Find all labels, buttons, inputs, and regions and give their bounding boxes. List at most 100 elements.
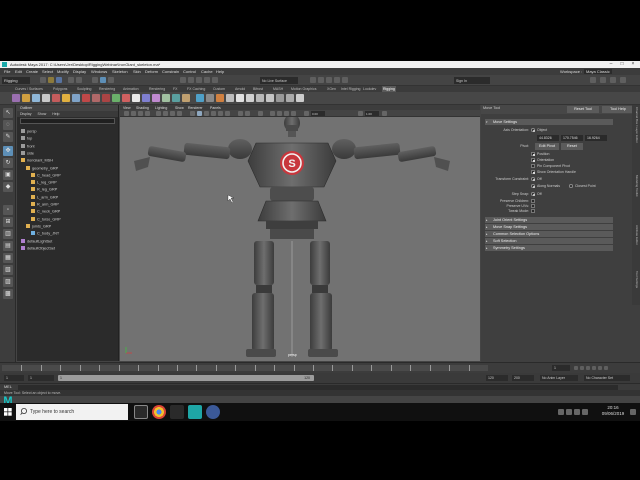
- layout-outliner-icon[interactable]: ▤: [3, 241, 13, 251]
- play-forward-icon[interactable]: [592, 366, 596, 370]
- task-view-icon[interactable]: [134, 405, 148, 419]
- section-common-selection[interactable]: ▸ Common Selection Options: [485, 231, 613, 237]
- redo-icon[interactable]: [76, 77, 82, 83]
- menu-display[interactable]: Display: [73, 69, 86, 74]
- menu-deform[interactable]: Deform: [145, 69, 158, 74]
- shelf-sculpt-icon[interactable]: [182, 94, 190, 102]
- minimize-icon[interactable]: –: [606, 61, 616, 68]
- outliner-item[interactable]: ironGiant_MSH: [21, 158, 53, 164]
- time-slider[interactable]: 1: [0, 362, 640, 373]
- along-normals-radio[interactable]: [531, 184, 535, 188]
- image-plane-icon[interactable]: [145, 111, 150, 116]
- layout-custom-icon[interactable]: ▨: [3, 277, 13, 287]
- outliner-item[interactable]: C_neck_GRP: [31, 209, 60, 215]
- shadows-icon[interactable]: [225, 111, 230, 116]
- shelf-joint-tool-icon[interactable]: [12, 94, 20, 102]
- shelf-bind-skin-icon[interactable]: [52, 94, 60, 102]
- shelf-mirror-joint-icon[interactable]: [32, 94, 40, 102]
- pivot-reset-button[interactable]: Reset: [561, 143, 583, 150]
- render-view-icon[interactable]: [310, 77, 316, 83]
- motion-blur-icon[interactable]: [277, 111, 282, 116]
- shelf-script7-icon[interactable]: [296, 94, 304, 102]
- step-snap-off-radio[interactable]: [531, 192, 535, 196]
- gate-mask-icon[interactable]: [177, 111, 182, 116]
- vp-menu-view[interactable]: View: [123, 106, 131, 110]
- undo-icon[interactable]: [68, 77, 74, 83]
- range-slider-bar[interactable]: 1 120: [58, 375, 314, 381]
- menu-edit[interactable]: Edit: [15, 69, 22, 74]
- axis-orientation-radio[interactable]: [531, 128, 535, 132]
- xray-joints-icon[interactable]: [245, 111, 250, 116]
- side-tab-attribute-editor[interactable]: Attribute Editor: [633, 225, 639, 245]
- outliner-menu-help[interactable]: Help: [52, 112, 59, 116]
- isolate-icon[interactable]: [258, 111, 263, 116]
- shelf-locator-icon[interactable]: [206, 94, 214, 102]
- pivot-z-field[interactable]: 16.9264: [585, 135, 607, 141]
- maximize-icon[interactable]: □: [617, 61, 627, 68]
- vp-menu-panels[interactable]: Panels: [210, 106, 221, 110]
- maya-taskbar-icon[interactable]: [188, 405, 202, 419]
- section-joint-orient[interactable]: ▸ Joint Orient Settings: [485, 217, 613, 223]
- play-back-icon[interactable]: [586, 366, 590, 370]
- tool-help-button[interactable]: Tool Help: [602, 106, 634, 113]
- snap-surface-icon[interactable]: [212, 77, 218, 83]
- workspace-select[interactable]: Maya Classic: [584, 69, 612, 74]
- menu-set-dropdown[interactable]: Rigging: [2, 77, 30, 84]
- menu-help[interactable]: Help: [216, 69, 224, 74]
- vp-menu-show[interactable]: Show: [175, 106, 184, 110]
- outliner-item[interactable]: persp: [21, 129, 37, 135]
- outliner-item[interactable]: R_arm_GRP: [31, 202, 59, 208]
- shelf-script2-icon[interactable]: [246, 94, 254, 102]
- shelf-point-constraint-icon[interactable]: [82, 94, 90, 102]
- snap-curve-icon[interactable]: [188, 77, 194, 83]
- pivot-y-field[interactable]: 170.7546: [561, 135, 583, 141]
- shelf-pole-vector-icon[interactable]: [122, 94, 130, 102]
- vp-menu-lighting[interactable]: Lighting: [155, 106, 167, 110]
- select-hierarchy-icon[interactable]: [92, 77, 98, 83]
- shelf-script3-icon[interactable]: [256, 94, 264, 102]
- go-to-end-icon[interactable]: [604, 366, 608, 370]
- transform-constraint-off-radio[interactable]: [531, 177, 535, 181]
- network-icon[interactable]: [566, 409, 572, 415]
- exposure-field[interactable]: 0.00: [311, 111, 325, 116]
- shelf-script5-icon[interactable]: [276, 94, 284, 102]
- edit-pivot-button[interactable]: Edit Pivot: [535, 143, 559, 150]
- paint-select-icon[interactable]: ✎: [3, 132, 13, 142]
- range-end-field[interactable]: 120: [486, 375, 508, 381]
- shelf-blendshape-icon[interactable]: [152, 94, 160, 102]
- closest-point-radio[interactable]: [569, 184, 573, 188]
- chrome-icon[interactable]: [152, 405, 166, 419]
- step-forward-icon[interactable]: [598, 366, 602, 370]
- new-scene-icon[interactable]: [40, 77, 46, 83]
- go-to-start-icon[interactable]: [574, 366, 578, 370]
- live-surface-field[interactable]: No Live Surface: [260, 77, 298, 84]
- camera-attr-icon[interactable]: [131, 111, 136, 116]
- layout-hypershade-icon[interactable]: ▧: [3, 265, 13, 275]
- outliner-item[interactable]: R_leg_GRP: [31, 187, 57, 193]
- shelf-hik-icon[interactable]: [172, 94, 180, 102]
- side-tab-tool-settings[interactable]: Tool Settings: [633, 271, 639, 288]
- shelf-lattice-icon[interactable]: [142, 94, 150, 102]
- save-scene-icon[interactable]: [56, 77, 62, 83]
- reset-tool-button[interactable]: Reset Tool: [567, 106, 599, 113]
- range-start-field[interactable]: 1: [4, 375, 24, 381]
- tool-settings-toggle-icon[interactable]: [610, 77, 616, 83]
- battery-icon[interactable]: [582, 409, 588, 415]
- layout-script-icon[interactable]: ▩: [3, 289, 13, 299]
- shelf-script6-icon[interactable]: [286, 94, 294, 102]
- modeling-toolkit-icon[interactable]: [590, 77, 596, 83]
- attribute-editor-toggle-icon[interactable]: [600, 77, 606, 83]
- outliner-item[interactable]: front: [21, 143, 35, 150]
- outliner-item[interactable]: C_torso_GRP: [31, 216, 61, 223]
- outliner-item[interactable]: L_arm_GRP: [31, 194, 58, 201]
- outliner-item[interactable]: side: [21, 150, 34, 157]
- volume-icon[interactable]: [574, 409, 580, 415]
- outliner-item[interactable]: defaultLightSet: [21, 238, 52, 245]
- pivot-x-field[interactable]: 44.8326: [537, 135, 559, 141]
- dof-icon[interactable]: [291, 111, 296, 116]
- bookmark-icon[interactable]: [138, 111, 143, 116]
- command-line[interactable]: MEL: [0, 383, 640, 390]
- shelf-freeze-icon[interactable]: [226, 94, 234, 102]
- render-icon[interactable]: [318, 77, 324, 83]
- shelf-aim-constraint-icon[interactable]: [112, 94, 120, 102]
